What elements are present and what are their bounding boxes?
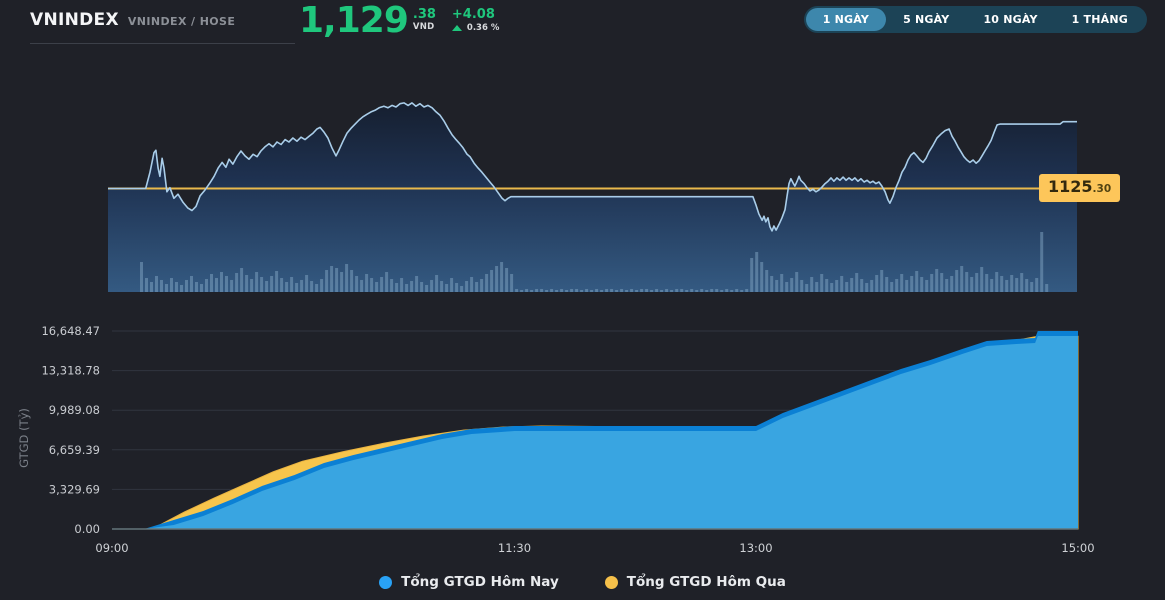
y-tick-label: 0.00 xyxy=(74,522,100,536)
tab-5-ngay[interactable]: 5 NGÀY xyxy=(886,8,966,31)
x-tick-label: 09:00 xyxy=(95,541,128,555)
y-tick-label: 9,989.08 xyxy=(49,403,100,417)
charts-canvas[interactable]: 16,648.47 13,318.78 9,989.08 6,659.39 3,329.… xyxy=(0,0,1165,600)
reference-price-main: 1125 xyxy=(1048,177,1093,196)
exchange-label: VNINDEX / HOSE xyxy=(127,15,236,28)
legend-label-today: Tổng GTGD Hôm Nay xyxy=(401,574,559,590)
reference-price-tag: 1125.30 xyxy=(1039,174,1121,202)
tab-1-thang[interactable]: 1 THÁNG xyxy=(1055,8,1145,31)
y-tick-label: 16,648.47 xyxy=(41,324,100,338)
currency-label: VND xyxy=(412,22,435,32)
vnindex-chart-app: 16,648.47 13,318.78 9,989.08 6,659.39 3,329.… xyxy=(0,0,1165,600)
x-tick-label: 13:00 xyxy=(739,541,772,555)
y-axis-title: GTGD (Tỷ) xyxy=(17,408,31,468)
gtgd-chart[interactable]: 16,648.47 13,318.78 9,989.08 6,659.39 3,329.… xyxy=(17,324,1095,555)
legend-item-yesterday[interactable]: Tổng GTGD Hôm Qua xyxy=(604,574,786,590)
reference-price-decimal: .30 xyxy=(1092,183,1112,195)
page-title: VNINDEX xyxy=(30,10,119,30)
tab-10-ngay[interactable]: 10 NGÀY xyxy=(966,8,1054,31)
legend-dot-yesterday-icon xyxy=(604,575,618,589)
y-tick-label: 13,318.78 xyxy=(41,364,100,378)
arrow-up-icon xyxy=(451,25,462,31)
price-chart[interactable] xyxy=(108,102,1077,293)
legend-label-yesterday: Tổng GTGD Hôm Qua xyxy=(626,574,786,590)
change-value: +4.08 xyxy=(451,7,495,22)
last-price-block: 1,129 .38 VND +4.08 0.36 % xyxy=(299,1,499,41)
title-block: VNINDEX VNINDEX / HOSE xyxy=(30,10,235,30)
chart-legend: Tổng GTGD Hôm Nay Tổng GTGD Hôm Qua xyxy=(0,574,1165,590)
range-selector: 1 NGÀY 5 NGÀY 10 NGÀY 1 THÁNG xyxy=(803,6,1147,33)
y-tick-label: 3,329.69 xyxy=(49,482,100,496)
last-price-decimal: .38 xyxy=(412,7,436,22)
last-price: 1,129 xyxy=(299,0,409,41)
x-tick-label: 11:30 xyxy=(498,541,531,555)
y-tick-label: 6,659.39 xyxy=(49,443,100,457)
x-tick-label: 15:00 xyxy=(1061,541,1094,555)
legend-dot-today-icon xyxy=(379,575,393,589)
tab-1-ngay[interactable]: 1 NGÀY xyxy=(805,8,887,31)
legend-item-today[interactable]: Tổng GTGD Hôm Nay xyxy=(379,574,559,590)
title-divider xyxy=(30,43,295,44)
change-percent: 0.36 % xyxy=(466,23,500,33)
series-today xyxy=(144,331,1078,529)
